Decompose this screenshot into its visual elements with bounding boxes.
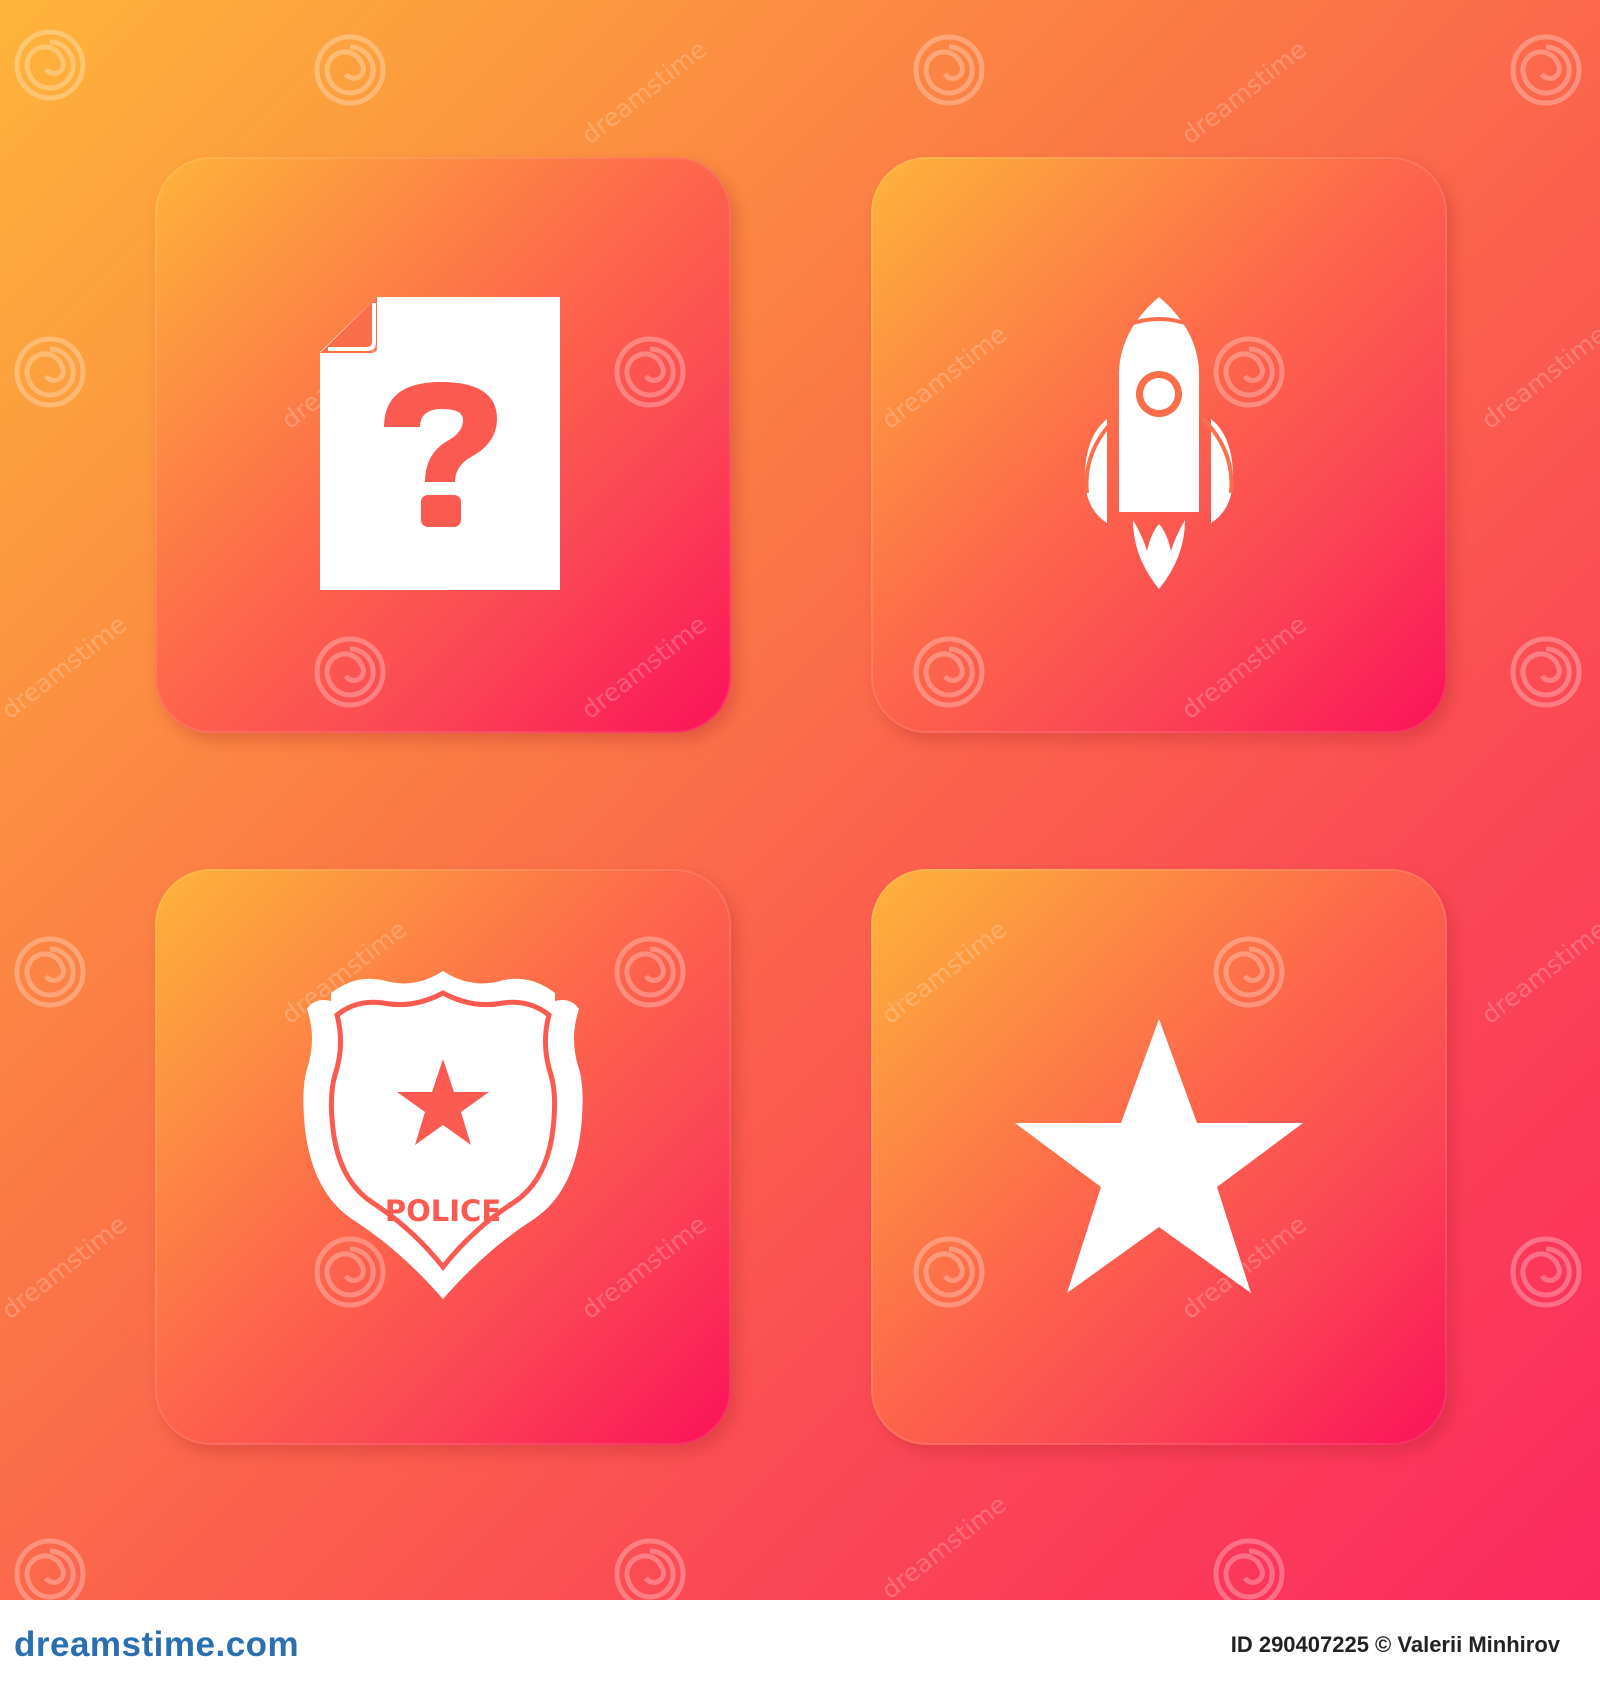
watermark-text: dreamstime — [0, 1209, 132, 1324]
watermark-text: dreamstime — [1476, 319, 1600, 434]
star-icon — [1015, 1019, 1303, 1293]
icon-set-artwork: POLICE dreamstime dreamstime dreamstime … — [0, 0, 1600, 1600]
dreamstime-logo[interactable]: dreamstime.com — [14, 1625, 299, 1665]
police-badge-text: POLICE — [385, 1194, 501, 1228]
watermark-text: dreamstime — [0, 609, 132, 724]
stock-image: POLICE dreamstime dreamstime dreamstime … — [0, 0, 1600, 1690]
footer-bar: dreamstime.com ID 290407225 © Valerii Mi… — [0, 1600, 1600, 1690]
police-badge-icon: POLICE — [303, 971, 583, 1299]
rocket-icon — [1084, 297, 1234, 589]
tile-star — [871, 869, 1447, 1445]
image-credit: ID 290407225 © Valerii Minhirov — [1230, 1632, 1560, 1657]
tile-document-question — [155, 157, 731, 733]
watermark-text: dreamstime — [576, 34, 712, 149]
document-question-icon — [320, 297, 560, 590]
tile-rocket — [871, 157, 1447, 733]
watermark-text: dreamstime — [1176, 34, 1312, 149]
tile-police-badge: POLICE — [155, 869, 731, 1445]
watermark-text: dreamstime — [876, 1489, 1012, 1600]
watermark-text: dreamstime — [1476, 914, 1600, 1029]
